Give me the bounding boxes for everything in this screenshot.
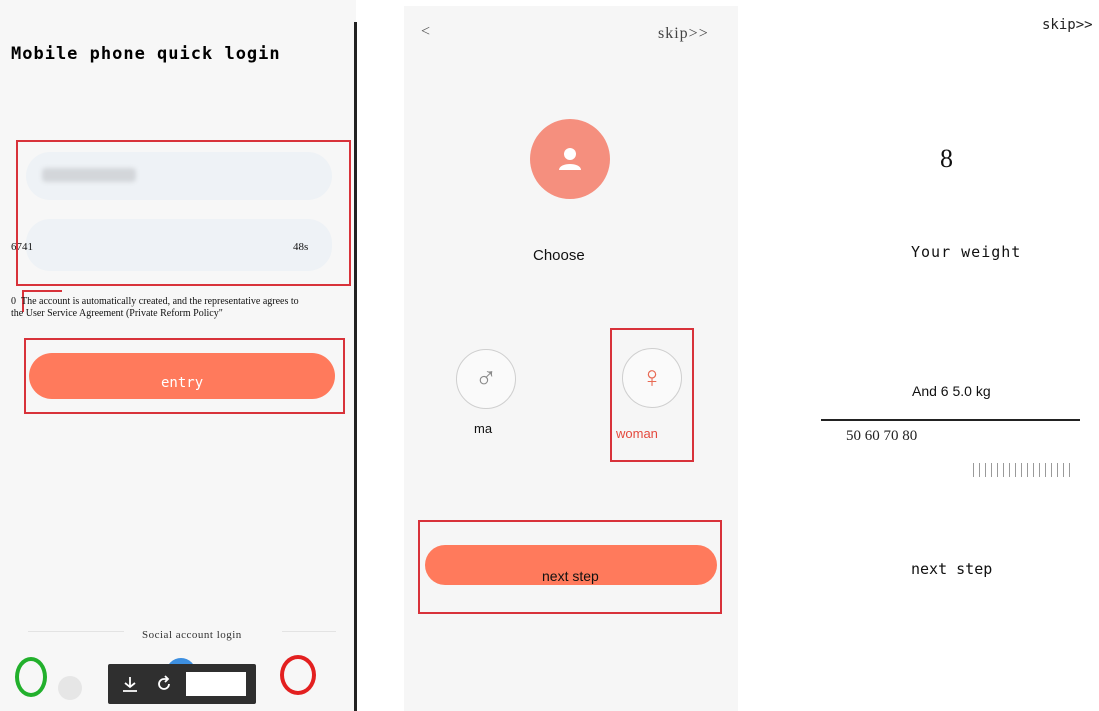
weight-ruler-slider[interactable]	[973, 463, 1075, 477]
weight-screen: skip>> 8 Your weight And 6 5.0 kg 50 60 …	[740, 0, 1099, 711]
download-icon[interactable]	[120, 674, 140, 694]
weight-scale-line	[821, 419, 1080, 421]
page-title: Mobile phone quick login	[11, 44, 281, 64]
login-screen: Mobile phone quick login 6741 48s 0 The …	[0, 0, 356, 711]
back-button[interactable]: <	[421, 23, 430, 41]
step-number: 8	[940, 144, 953, 173]
male-option[interactable]: ♂	[456, 349, 516, 409]
agreement-text: The account is automatically created, an…	[11, 296, 299, 319]
green-circle-marker	[15, 657, 47, 697]
choose-label: Choose	[533, 247, 585, 264]
female-highlight-box	[610, 328, 694, 462]
agreement-checkbox-highlight-top	[22, 290, 62, 292]
entry-highlight-box	[24, 338, 345, 414]
social-divider-right	[282, 631, 336, 632]
next-step-button-weight[interactable]: next step	[911, 560, 992, 578]
skip-button[interactable]: skip>>	[658, 25, 709, 43]
rotate-icon[interactable]	[154, 674, 174, 694]
next-step-highlight-box	[418, 520, 722, 614]
toolbar-text-field[interactable]	[186, 672, 246, 696]
gender-screen: < skip>> Choose ♂ ma ♀ woman next step	[404, 6, 738, 711]
male-symbol-icon: ♂	[474, 362, 498, 395]
input-highlight-box	[16, 140, 351, 286]
male-label: ma	[474, 421, 493, 436]
panel-divider	[354, 22, 357, 711]
avatar	[530, 119, 610, 199]
user-avatar-icon	[559, 148, 581, 170]
social-icon-grey[interactable]	[58, 676, 82, 700]
weight-title: Your weight	[911, 243, 1022, 261]
social-login-label: Social account login	[142, 629, 242, 641]
weight-scale-labels: 50 60 70 80	[846, 428, 918, 444]
image-toolbar	[108, 664, 256, 704]
weight-value: And 6 5.0 kg	[912, 383, 991, 399]
skip-button-weight[interactable]: skip>>	[1042, 17, 1093, 33]
red-circle-marker	[280, 655, 316, 695]
social-divider-left	[28, 631, 124, 632]
